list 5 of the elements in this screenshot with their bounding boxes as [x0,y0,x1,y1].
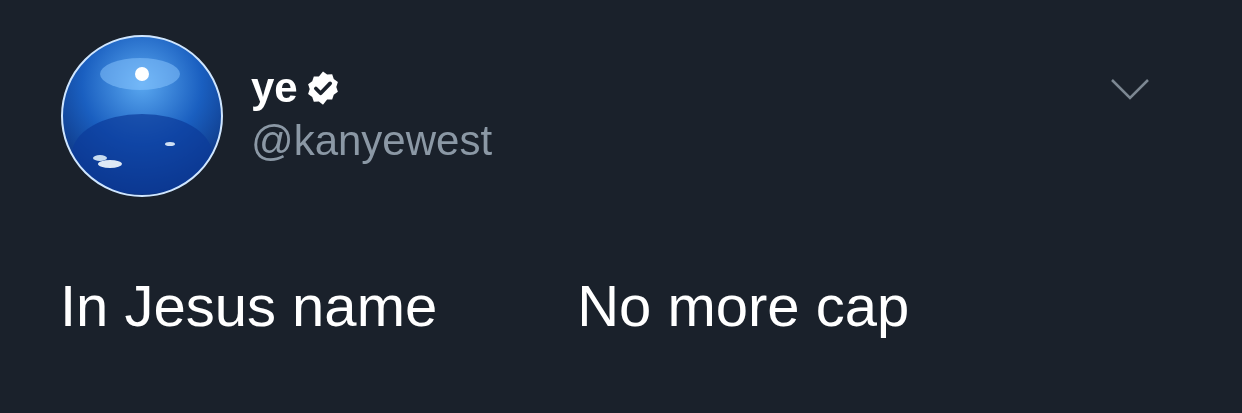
display-name: ye [251,63,298,113]
username: @kanyewest [251,116,493,166]
chevron-down-icon[interactable] [1110,78,1150,100]
tweet-text: No more cap [577,272,910,340]
tweet-text: In Jesus name [60,272,438,340]
